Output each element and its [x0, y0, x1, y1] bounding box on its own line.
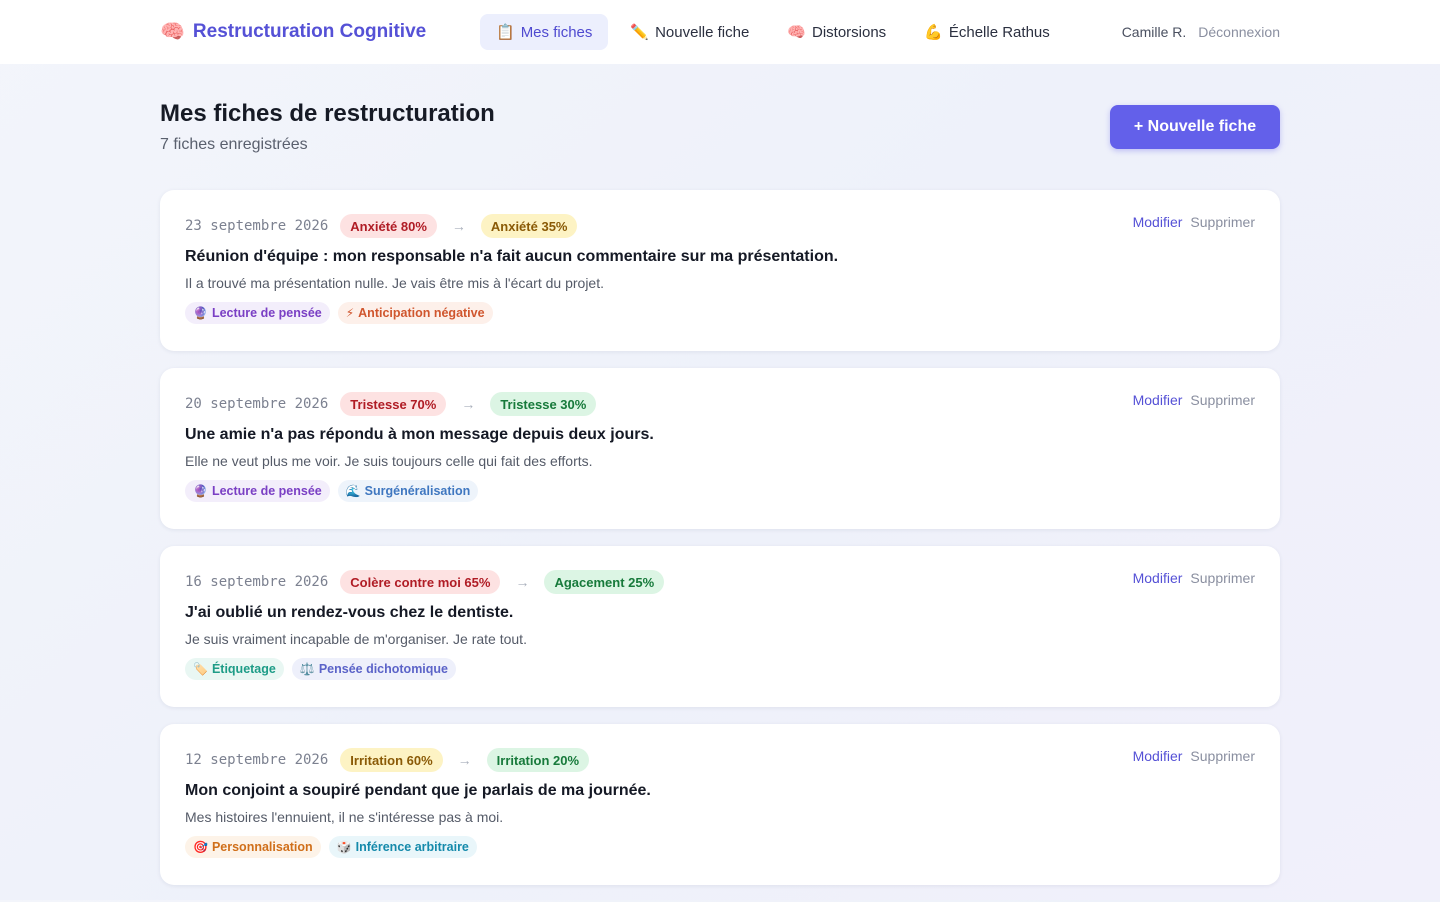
page-title: Mes fiches de restructuration [160, 100, 495, 127]
nav-item-distorsions[interactable]: 🧠 Distorsions [771, 14, 902, 50]
nav-item-nouvelle-fiche[interactable]: ✏️ Nouvelle fiche [614, 14, 765, 50]
distortion-tag-label: Lecture de pensée [211, 484, 322, 498]
record-automatic-thought: Il a trouvé ma présentation nulle. Je va… [185, 275, 604, 291]
distortion-tag: 🌊 Surgénéralisation [337, 480, 479, 502]
distortion-tag-label: Pensée dichotomique [318, 662, 449, 676]
nav-item-label: Distorsions [811, 23, 887, 41]
distortion-tag-label: Lecture de pensée [211, 306, 322, 320]
record-automatic-thought: Mes histoires l'ennuient, il ne s'intére… [185, 809, 504, 825]
distortion-tags: 🔮 Lecture de pensée 🌊 Surgénéralisation [185, 480, 1255, 502]
delete-link[interactable]: Supprimer [1190, 748, 1255, 764]
distortion-tag: 🎯 Personnalisation [185, 836, 321, 858]
arrow-right-icon: → [515, 574, 530, 590]
record-meta: 12 septembre 2026 Irritation 60% → Irrit… [185, 748, 1255, 772]
record-date: 23 septembre 2026 [185, 218, 329, 234]
arrow-right-icon: → [457, 752, 472, 768]
record-automatic-thought: Je suis vraiment incapable de m'organise… [185, 631, 527, 647]
distortion-tag-label: Personnalisation [211, 840, 313, 854]
new-record-button[interactable]: + Nouvelle fiche [1110, 105, 1280, 149]
emotion-after-badge: Tristesse 30% [490, 392, 597, 416]
edit-link[interactable]: Modifier [1133, 570, 1183, 586]
nav-item-mes-fiches[interactable]: 📋 Mes fiches [480, 14, 609, 50]
emotion-before-badge: Colère contre moi 65% [340, 570, 501, 594]
arrow-right-icon: → [461, 396, 476, 412]
edit-link[interactable]: Modifier [1133, 392, 1183, 408]
distortion-tag: ⚡ Anticipation négative [337, 302, 493, 324]
wave-icon: 🌊 [345, 484, 361, 498]
distortion-tag-label: Inférence arbitraire [355, 840, 469, 854]
user-name: Camille R. [1121, 24, 1187, 40]
record-actions: Modifier Supprimer [1133, 570, 1255, 586]
record-card: 23 septembre 2026 Anxiété 80% → Anxiété … [160, 190, 1280, 351]
distortion-tag-label: Anticipation négative [358, 306, 485, 320]
distortion-tags: 🔮 Lecture de pensée ⚡ Anticipation négat… [185, 302, 1255, 324]
delete-link[interactable]: Supprimer [1190, 392, 1255, 408]
record-automatic-thought: Elle ne veut plus me voir. Je suis toujo… [185, 453, 593, 469]
record-card: 20 septembre 2026 Tristesse 70% → Triste… [160, 368, 1280, 529]
record-date: 20 septembre 2026 [185, 396, 329, 412]
distortion-tag-label: Étiquetage [211, 662, 276, 676]
nav-item-label: Échelle Rathus [948, 23, 1050, 41]
emotion-before-badge: Irritation 60% [340, 748, 443, 772]
record-meta: 16 septembre 2026 Colère contre moi 65% … [185, 570, 1255, 594]
record-situation: Réunion d'équipe : mon responsable n'a f… [185, 248, 839, 265]
nav-item-echelle-rathus[interactable]: 💪 Échelle Rathus [908, 14, 1066, 50]
scales-icon: ⚖️ [299, 662, 315, 676]
distortion-tag: 🔮 Lecture de pensée [185, 302, 330, 324]
records-list: 23 septembre 2026 Anxiété 80% → Anxiété … [160, 190, 1280, 902]
distortion-tags: 🎯 Personnalisation 🎲 Inférence arbitrair… [185, 836, 1255, 858]
distortion-tag: ⚖️ Pensée dichotomique [291, 658, 457, 680]
emotion-after-badge: Anxiété 35% [480, 214, 578, 238]
record-meta: 23 septembre 2026 Anxiété 80% → Anxiété … [185, 214, 1255, 238]
nav-item-label: Nouvelle fiche [655, 23, 750, 41]
record-situation: J'ai oublié un rendez-vous chez le denti… [185, 604, 514, 621]
crystal-ball-icon: 🔮 [193, 306, 208, 320]
edit-link[interactable]: Modifier [1133, 214, 1183, 230]
label-tag-icon: 🏷️ [193, 662, 208, 676]
records-count: 7 fiches enregistrées [160, 136, 308, 153]
distortion-tag: 🔮 Lecture de pensée [185, 480, 330, 502]
flexed-bicep-icon: 💪 [924, 23, 943, 41]
record-actions: Modifier Supprimer [1133, 214, 1255, 230]
record-card: 12 septembre 2026 Irritation 60% → Irrit… [160, 724, 1280, 885]
brain-icon: 🧠 [787, 23, 806, 41]
distortion-tag: 🎲 Inférence arbitraire [328, 836, 477, 858]
target-icon: 🎯 [193, 840, 208, 854]
emotion-after-badge: Irritation 20% [486, 748, 590, 772]
record-date: 12 septembre 2026 [185, 752, 329, 768]
nav-item-label: Mes fiches [520, 23, 593, 41]
pencil-icon: ✏️ [630, 23, 650, 41]
page-header: Mes fiches de restructuration 7 fiches e… [0, 64, 1440, 190]
clipboard-icon: 📋 [496, 23, 515, 41]
distortion-tags: 🏷️ Étiquetage ⚖️ Pensée dichotomique [185, 658, 1255, 680]
brand-title: Restructuration Cognitive [192, 21, 427, 42]
delete-link[interactable]: Supprimer [1190, 570, 1255, 586]
delete-link[interactable]: Supprimer [1190, 214, 1255, 230]
record-meta: 20 septembre 2026 Tristesse 70% → Triste… [185, 392, 1255, 416]
record-actions: Modifier Supprimer [1133, 748, 1255, 764]
user-menu: Camille R. Déconnexion [1122, 0, 1280, 64]
record-date: 16 septembre 2026 [185, 574, 329, 590]
record-actions: Modifier Supprimer [1133, 392, 1255, 408]
main-nav: 📋 Mes fiches ✏️ Nouvelle fiche 🧠 Distors… [480, 14, 1066, 50]
logout-link[interactable]: Déconnexion [1198, 24, 1280, 40]
emotion-before-badge: Tristesse 70% [340, 392, 447, 416]
dice-icon: 🎲 [336, 840, 352, 854]
record-card: 16 septembre 2026 Colère contre moi 65% … [160, 546, 1280, 707]
brain-icon: 🧠 [160, 21, 185, 43]
edit-link[interactable]: Modifier [1133, 748, 1183, 764]
distortion-tag-label: Surgénéralisation [364, 484, 471, 498]
record-situation: Mon conjoint a soupiré pendant que je pa… [185, 782, 651, 799]
emotion-before-badge: Anxiété 80% [340, 214, 437, 238]
lightning-icon: ⚡ [345, 306, 355, 320]
arrow-right-icon: → [451, 218, 466, 234]
distortion-tag: 🏷️ Étiquetage [185, 658, 284, 680]
crystal-ball-icon: 🔮 [193, 484, 208, 498]
top-navigation-bar: 🧠 Restructuration Cognitive 📋 Mes fiches… [0, 0, 1440, 64]
emotion-after-badge: Agacement 25% [544, 570, 665, 594]
record-situation: Une amie n'a pas répondu à mon message d… [185, 426, 654, 443]
brand-logo[interactable]: 🧠 Restructuration Cognitive [160, 21, 426, 43]
